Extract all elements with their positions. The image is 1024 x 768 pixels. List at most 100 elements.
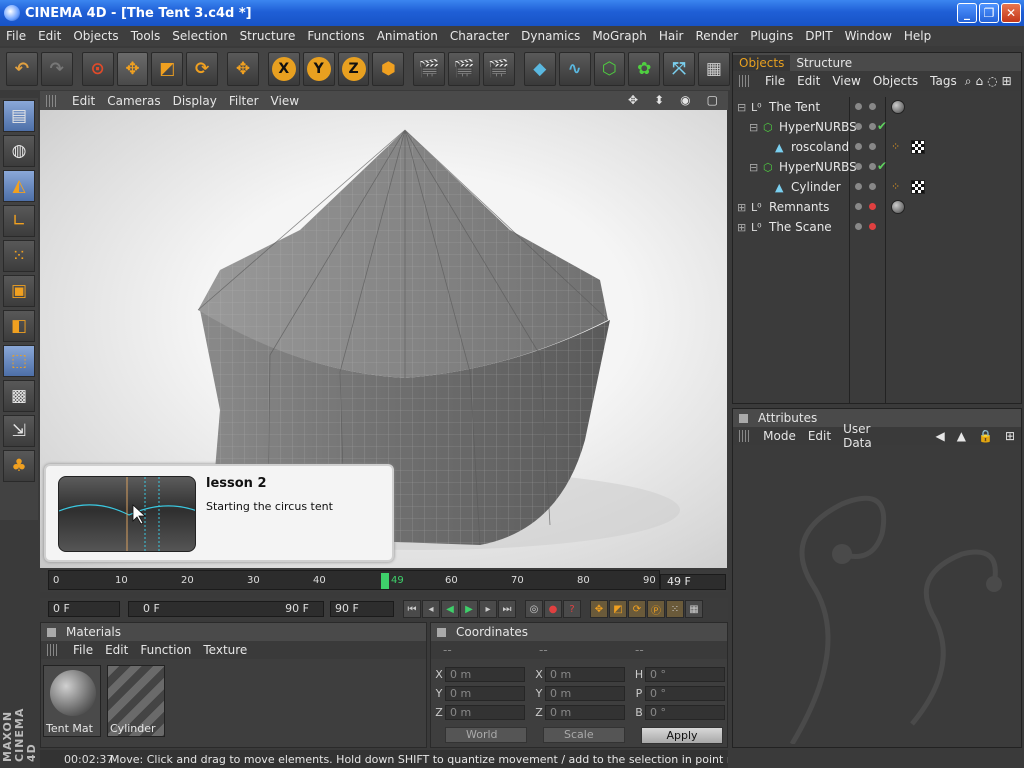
play-forward-button[interactable]: ▶: [460, 600, 478, 618]
preview-range-slider[interactable]: 0 F 90 F: [128, 601, 324, 617]
menu-edit[interactable]: Edit: [32, 29, 67, 43]
snap-button[interactable]: ⇲: [3, 415, 35, 447]
playhead[interactable]: [381, 573, 389, 589]
new-panel-icon[interactable]: ⊞: [999, 429, 1021, 443]
object-row[interactable]: ⊞ L⁰ Remnants: [733, 197, 1023, 217]
new-panel-icon[interactable]: ⊞: [1000, 74, 1014, 88]
editor-visibility-dot[interactable]: [855, 203, 862, 210]
minimize-button[interactable]: _: [957, 3, 977, 23]
autokey-button[interactable]: ?: [563, 600, 581, 618]
goto-end-button[interactable]: ⏭: [498, 600, 516, 618]
menu-objects[interactable]: Objects: [67, 29, 124, 43]
live-selection-button[interactable]: ⊙: [81, 52, 114, 86]
record-active-button[interactable]: ●: [544, 600, 562, 618]
menu-file[interactable]: File: [0, 29, 32, 43]
layout-button[interactable]: ▤: [3, 100, 35, 132]
start-frame-field[interactable]: 0 F: [48, 601, 120, 617]
rotation-b-field[interactable]: 0 °: [645, 704, 725, 720]
timeline[interactable]: 0 10 20 30 40 60 70 80 90 49 49 F: [40, 570, 728, 592]
deformer-button[interactable]: ⤧: [663, 52, 696, 86]
coordinate-system-button[interactable]: ⬢: [372, 52, 405, 86]
record-position-button[interactable]: ◎: [525, 600, 543, 618]
panel-toggle-icon[interactable]: [739, 413, 748, 423]
render-settings-button[interactable]: 🎬: [482, 52, 515, 86]
viewport-menu-cameras[interactable]: Cameras: [101, 94, 166, 108]
uvw-tag-icon[interactable]: [911, 140, 925, 154]
orbit-icon[interactable]: ◉: [674, 93, 696, 107]
render-visibility-dot[interactable]: [869, 143, 876, 150]
lock-icon[interactable]: 🔒: [972, 429, 999, 443]
rotation-p-field[interactable]: 0 °: [645, 685, 725, 701]
menu-mograph[interactable]: MoGraph: [586, 29, 653, 43]
recent-tool-button[interactable]: ✥: [227, 52, 259, 86]
maximize-view-icon[interactable]: ▢: [701, 93, 724, 107]
phong-tag-icon[interactable]: ⁘: [891, 140, 900, 153]
materials-menu-function[interactable]: Function: [134, 643, 197, 657]
menu-animation[interactable]: Animation: [371, 29, 444, 43]
position-x-field[interactable]: 0 m: [445, 666, 525, 682]
panel-toggle-icon[interactable]: [47, 627, 56, 637]
size-x-field[interactable]: 0 m: [545, 666, 625, 682]
up-arrow-icon[interactable]: ▲: [951, 429, 972, 443]
home-icon[interactable]: ⌂: [973, 74, 985, 88]
object-row[interactable]: ▲ Cylinder ⁘: [733, 177, 1023, 197]
objects-menu-view[interactable]: View: [826, 74, 866, 88]
menu-tools[interactable]: Tools: [125, 29, 167, 43]
object-mode-button[interactable]: ∟: [3, 205, 35, 237]
expand-icon[interactable]: ⊟: [749, 121, 758, 134]
scene-button[interactable]: ▦: [698, 52, 730, 86]
object-row[interactable]: ⊞ L⁰ The Scane: [733, 217, 1023, 237]
objects-menu-file[interactable]: File: [759, 74, 791, 88]
model-mode-button[interactable]: ◭: [3, 170, 35, 202]
phong-tag-icon[interactable]: ⁘: [891, 180, 900, 193]
key-points-button[interactable]: ⁙: [666, 600, 684, 618]
editor-visibility-dot[interactable]: [855, 183, 862, 190]
material-cylinder[interactable]: Cylinder: [107, 665, 165, 737]
editor-visibility-dot[interactable]: [855, 143, 862, 150]
sculpt-button[interactable]: ◍: [3, 135, 35, 167]
render-visibility-dot[interactable]: [869, 183, 876, 190]
object-row[interactable]: ⊟ ⬡ HyperNURBS ✔: [733, 117, 1023, 137]
expand-icon[interactable]: ⊞: [737, 221, 746, 234]
tab-structure[interactable]: Structure: [790, 55, 859, 71]
array-button[interactable]: ✿: [628, 52, 661, 86]
primitive-cube-button[interactable]: ◆: [523, 52, 556, 86]
search-icon[interactable]: ⌕: [963, 74, 974, 89]
tab-objects[interactable]: Objects: [733, 55, 791, 71]
objects-menu-edit[interactable]: Edit: [791, 74, 826, 88]
enabled-check-icon[interactable]: ✔: [877, 159, 887, 173]
render-visibility-dot[interactable]: [869, 103, 876, 110]
pan-icon[interactable]: ✥: [622, 93, 644, 107]
editor-visibility-dot[interactable]: [855, 163, 862, 170]
nurbs-button[interactable]: ⬡: [593, 52, 626, 86]
object-row[interactable]: ⊟ ⬡ HyperNURBS ✔: [733, 157, 1023, 177]
play-backward-button[interactable]: ◀: [441, 600, 459, 618]
timeline-ruler[interactable]: 0 10 20 30 40 60 70 80 90 49: [48, 570, 660, 590]
x-axis-button[interactable]: X: [267, 52, 300, 86]
viewport-menu-edit[interactable]: Edit: [66, 94, 101, 108]
rotation-h-field[interactable]: 0 °: [645, 666, 725, 682]
expand-icon[interactable]: ⊟: [749, 161, 758, 174]
viewport-menu-view[interactable]: View: [265, 94, 305, 108]
uvw-tag-icon[interactable]: [911, 180, 925, 194]
z-axis-button[interactable]: Z: [337, 52, 370, 86]
object-row[interactable]: ⊟ L⁰ The Tent: [733, 97, 1023, 117]
attributes-menu-mode[interactable]: Mode: [757, 429, 802, 443]
coordinate-mode-dropdown[interactable]: World: [445, 727, 527, 743]
undo-button[interactable]: ↶: [6, 52, 38, 86]
texture-mode-button[interactable]: ▩: [3, 380, 35, 412]
viewport-menu-filter[interactable]: Filter: [223, 94, 265, 108]
key-scale-button[interactable]: ◩: [609, 600, 627, 618]
key-parameter-button[interactable]: Ⓟ: [647, 600, 665, 618]
viewport-menu-display[interactable]: Display: [167, 94, 223, 108]
prev-frame-button[interactable]: ◂: [422, 600, 440, 618]
editor-visibility-dot[interactable]: [855, 223, 862, 230]
menu-window[interactable]: Window: [839, 29, 898, 43]
back-arrow-icon[interactable]: ◀: [930, 429, 951, 443]
attributes-menu-edit[interactable]: Edit: [802, 429, 837, 443]
render-view-button[interactable]: 🎬: [413, 52, 446, 86]
next-frame-button[interactable]: ▸: [479, 600, 497, 618]
objects-menu-tags[interactable]: Tags: [924, 74, 963, 88]
size-z-field[interactable]: 0 m: [545, 704, 625, 720]
enabled-check-icon[interactable]: ✔: [877, 119, 887, 133]
